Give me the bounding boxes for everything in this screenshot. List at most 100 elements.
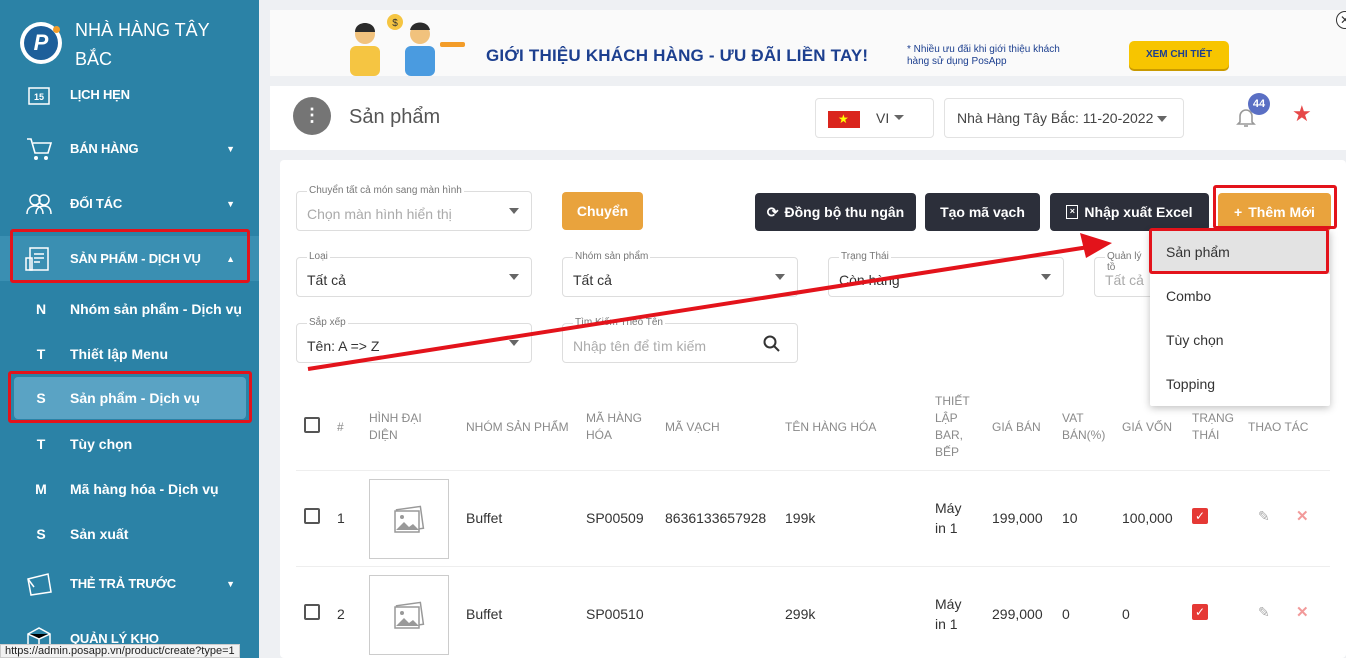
add-new-dropdown: Sản phẩm Combo Tùy chọn Topping [1150,230,1330,406]
create-barcode-button[interactable]: Tạo mã vạch [925,193,1040,231]
row-vat: 10 [1062,510,1078,526]
chevron-down-icon: ▼ [226,198,235,209]
calendar-icon: 15 [24,80,54,110]
edit-icon[interactable]: ✎ [1258,508,1270,525]
product-icon [24,244,54,274]
col-barcode: MÃ VẠCH [665,420,720,434]
row-vat: 0 [1062,606,1070,622]
row-num: 2 [337,606,345,622]
banner-note: * Nhiều ưu đãi khi giới thiệu khách hàng… [907,44,1060,67]
menu-toggle-icon[interactable]: ⋮ [293,97,331,135]
col-setup: THIẾT LẬP BAR, BẾP [935,394,970,459]
col-name: TÊN HÀNG HÓA [785,420,877,434]
sidebar-item-appointments[interactable]: 15 LỊCH HẸN [0,72,259,117]
language-select[interactable]: ★ VI [815,98,934,138]
status-checkbox[interactable]: ✓ [1192,508,1208,524]
row-name: 299k [785,606,816,622]
add-new-button[interactable]: + Thêm Mới [1218,193,1331,231]
store-select[interactable]: Nhà Hàng Tây Bắc: 11-20-2022 [944,98,1184,138]
col-num: # [337,420,344,434]
row-num: 1 [337,510,345,526]
star-icon[interactable]: ★ [1292,101,1312,127]
row-price: 299,000 [992,606,1043,622]
vietnam-flag-icon: ★ [828,111,860,128]
sidebar-item-partners[interactable]: ĐỐI TÁC ▼ [0,181,259,226]
chevron-up-icon: ▲ [226,253,235,264]
svg-text:15: 15 [34,92,44,102]
product-image [369,575,449,655]
caret-down-icon [1157,116,1167,122]
row-cost: 0 [1122,606,1130,622]
partners-icon [24,189,54,219]
col-action: THAO TÁC [1248,420,1309,434]
row-code: SP00510 [586,606,644,622]
sidebar-subitem-production[interactable]: S Sản xuất [0,511,259,556]
sync-icon: ⟳ [766,203,779,220]
sidebar-item-sales[interactable]: BÁN HÀNG ▼ [0,126,259,171]
status-checkbox[interactable]: ✓ [1192,604,1208,620]
delete-icon[interactable]: ✕ [1296,507,1309,525]
import-export-excel-button[interactable]: × Nhập xuất Excel [1050,193,1209,231]
sidebar: P NHÀ HÀNG TÂY BẮC 15 LỊCH HẸN BÁN HÀNG … [0,0,259,658]
row-checkbox[interactable] [304,508,320,524]
prepaid-card-icon [24,569,54,599]
col-group: NHÓM SẢN PHẨM [466,420,569,434]
chevron-down-icon: ▼ [226,143,235,154]
product-image [369,479,449,559]
caret-down-icon [894,115,904,120]
cart-icon [24,134,54,164]
col-status: TRẠNG THÁI [1192,411,1234,442]
search-field[interactable]: Tìm Kiếm Theo Tên Nhập tên để tìm kiếm [562,317,798,363]
page-header: ⋮ Sản phẩm ★ VI Nhà Hàng Tây Bắc: 11-20-… [270,86,1346,150]
dropdown-item-option[interactable]: Tùy chọn [1150,318,1330,362]
col-vat: VAT BÁN(%) [1062,411,1106,442]
row-name: 199k [785,510,816,526]
sidebar-subitem-item-codes[interactable]: M Mã hàng hóa - Dịch vụ [0,466,259,511]
row-group: Buffet [466,510,503,526]
row-setup: Máy in 1 [935,500,962,536]
banner-headline: GIỚI THIỆU KHÁCH HÀNG - ƯU ĐÃI LIỀN TAY! [486,46,869,65]
row-code: SP00509 [586,510,644,526]
col-price: GIÁ BÁN [992,420,1041,434]
type-select[interactable]: Loại Tất cả [296,251,532,297]
sidebar-subitem-menu-setup[interactable]: T Thiết lập Menu [0,331,259,376]
dropdown-item-product[interactable]: Sản phẩm [1150,230,1330,274]
caret-down-icon [509,340,519,346]
notification-badge: 44 [1248,93,1270,115]
sync-cashier-button[interactable]: ⟳ Đồng bộ thu ngân [755,193,916,231]
move-button[interactable]: Chuyển [562,192,643,230]
plus-icon: + [1234,204,1243,220]
sidebar-item-products-services[interactable]: SẢN PHẨM - DỊCH VỤ ▲ [0,236,259,281]
svg-text:$: $ [392,18,398,29]
dropdown-item-topping[interactable]: Topping [1150,362,1330,406]
banner-detail-button[interactable]: XEM CHI TIẾT [1129,41,1229,69]
row-checkbox[interactable] [304,604,320,620]
move-screen-select[interactable]: Chuyển tất cả món sang màn hình Chọn màn… [296,185,532,231]
caret-down-icon [509,208,519,214]
sidebar-subitem-products[interactable]: S Sản phẩm - Dịch vụ [14,377,246,419]
promo-banner[interactable]: $ GIỚI THIỆU KHÁCH HÀNG - ƯU ĐÃI LIỀN TA… [270,10,1346,76]
search-icon[interactable] [763,335,781,353]
sidebar-item-prepaid-cards[interactable]: THẺ TRẢ TRƯỚC ▼ [0,561,259,606]
status-select[interactable]: Trạng Thái Còn hàng [828,251,1064,297]
divider [296,566,1330,567]
dropdown-item-combo[interactable]: Combo [1150,274,1330,318]
sort-select[interactable]: Sắp xếp Tên: A => Z [296,317,532,363]
row-price: 199,000 [992,510,1043,526]
caret-down-icon [1041,274,1051,280]
edit-icon[interactable]: ✎ [1258,604,1270,621]
posapp-logo: P [20,22,62,64]
inventory-manage-select[interactable]: Quản lý tồ Tất cả [1094,251,1154,297]
delete-icon[interactable]: ✕ [1296,603,1309,621]
people-illustration: $ [350,14,465,76]
caret-down-icon [775,274,785,280]
product-group-select[interactable]: Nhóm sản phẩm Tất cả [562,251,798,297]
caret-down-icon [509,274,519,280]
page-title: Sản phẩm [349,106,441,128]
col-image: HÌNH ĐẠI DIỆN [369,411,422,442]
select-all-checkbox[interactable] [304,417,320,433]
sidebar-subitem-options[interactable]: T Tùy chọn [0,421,259,466]
image-placeholder-icon [394,601,425,629]
col-code: MÃ HÀNG HÓA [586,411,643,442]
sidebar-subitem-product-groups[interactable]: N Nhóm sản phẩm - Dịch vụ [0,286,259,331]
